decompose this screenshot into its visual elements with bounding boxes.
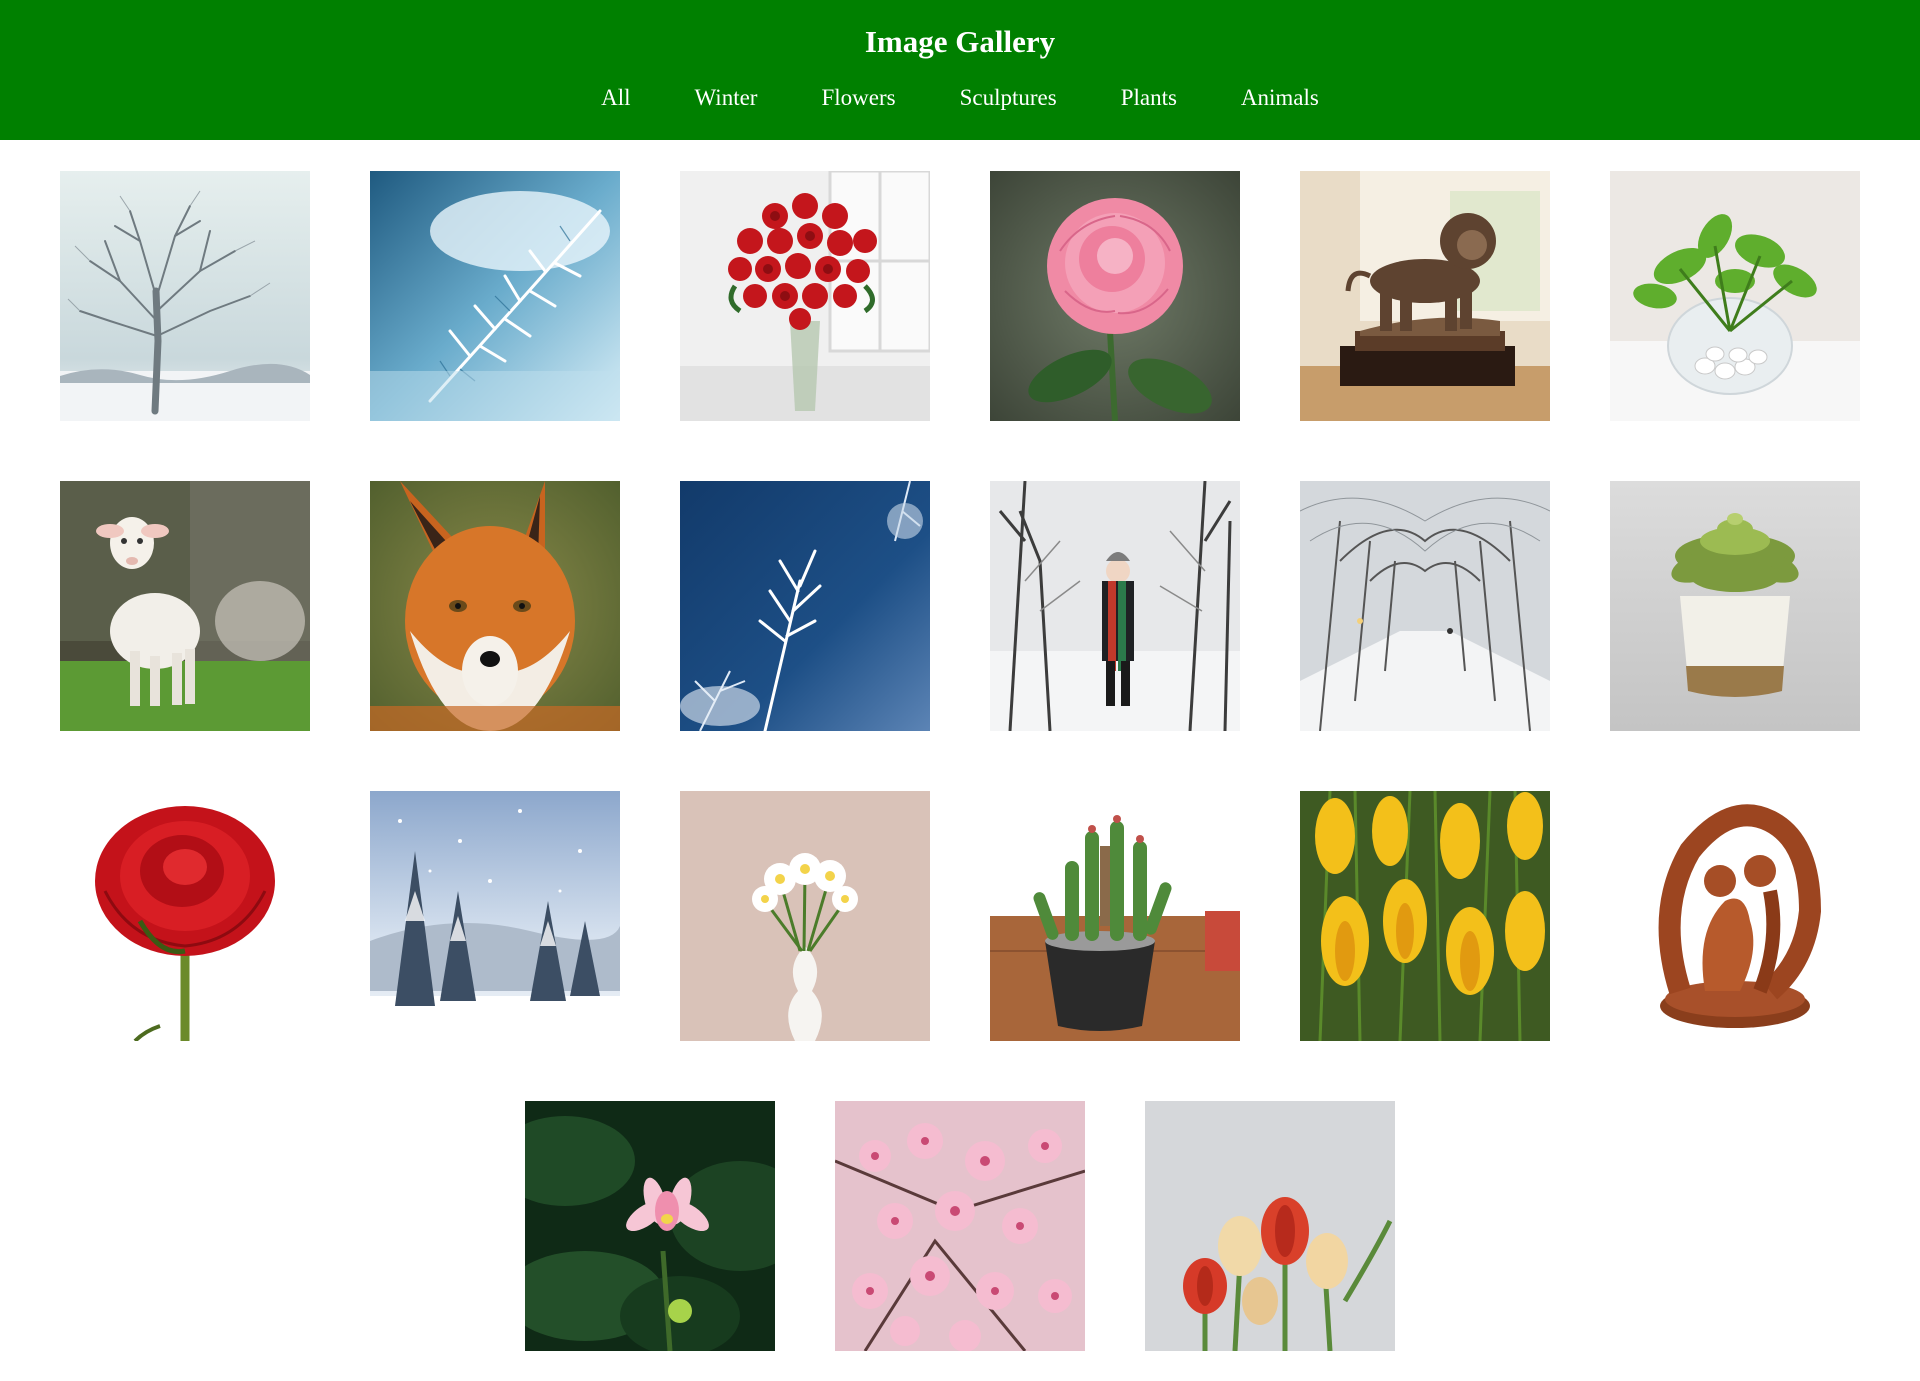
gallery-image-frosted-pine-branch[interactable]: [370, 171, 620, 421]
gallery-image-succulent-white-pot[interactable]: [1610, 481, 1860, 731]
gallery-image-bronze-lion-statue[interactable]: [1300, 171, 1550, 421]
image-gallery: [0, 0, 1920, 1381]
gallery-image-lamb[interactable]: [60, 481, 310, 731]
gallery-image-snowy-tree-path[interactable]: [1300, 481, 1550, 731]
gallery-image-pink-rose[interactable]: [990, 171, 1240, 421]
gallery-image-yellow-crocuses[interactable]: [1300, 791, 1550, 1041]
gallery-image-white-daffodils-vase[interactable]: [680, 791, 930, 1041]
gallery-image-cactus-black-pot[interactable]: [990, 791, 1240, 1041]
gallery-image-snowy-fir-forest[interactable]: [370, 791, 620, 1041]
gallery-image-ice-crystals[interactable]: [680, 481, 930, 731]
gallery-image-red-roses-vase[interactable]: [680, 171, 930, 421]
gallery-image-pothos-glass-bowl[interactable]: [1610, 171, 1860, 421]
gallery-image-wooden-embrace-sculpture[interactable]: [1610, 791, 1860, 1041]
gallery-image-snowy-tree[interactable]: [60, 171, 310, 421]
gallery-image-pink-lotus[interactable]: [525, 1101, 775, 1351]
gallery-image-red-rose[interactable]: [60, 791, 310, 1041]
gallery-image-cherry-blossoms[interactable]: [835, 1101, 1085, 1351]
gallery-image-tulips[interactable]: [1145, 1101, 1395, 1351]
gallery-image-woman-snowy-forest[interactable]: [990, 481, 1240, 731]
gallery-image-red-fox[interactable]: [370, 481, 620, 731]
